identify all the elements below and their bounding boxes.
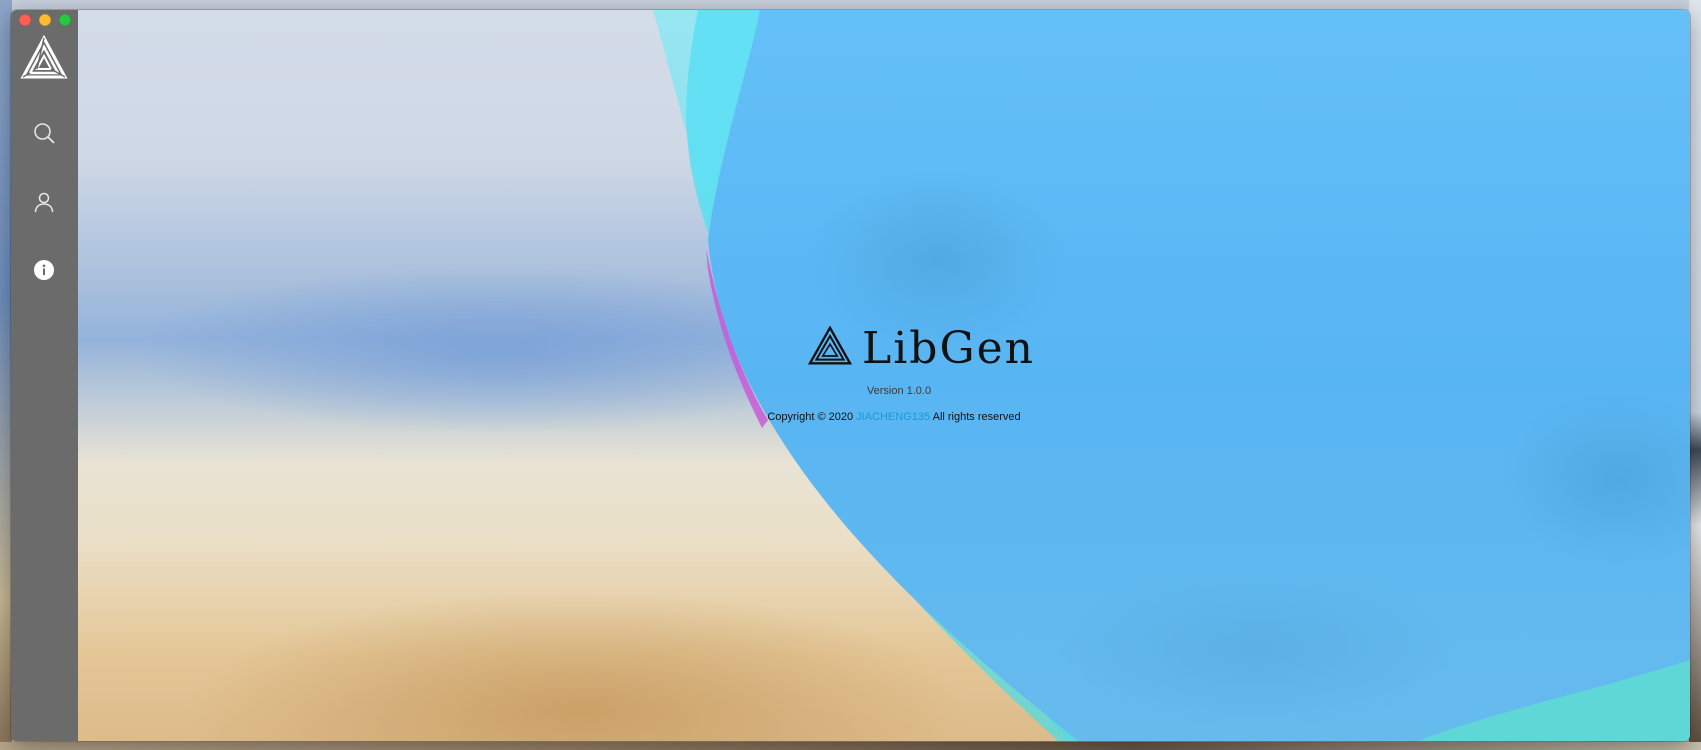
window-controls (19, 14, 71, 26)
user-icon[interactable] (30, 188, 58, 216)
version-label: Version 1.0.0 (866, 385, 932, 397)
impossible-triangle-logo-icon[interactable] (20, 34, 68, 81)
search-icon[interactable] (30, 119, 58, 147)
about-content-area: LibGen Version 1.0.0 Copyright © 2020 JI… (78, 10, 1690, 741)
impossible-triangle-logo-icon (807, 325, 853, 371)
author-link[interactable]: JIACHENG135 (856, 411, 930, 423)
info-icon[interactable] (30, 256, 58, 284)
desktop-background-right (1689, 0, 1701, 750)
app-name: LibGen (862, 322, 1035, 374)
close-window-button[interactable] (19, 14, 31, 26)
copyright-prefix: Copyright © 2020 (767, 411, 854, 423)
app-window: LibGen Version 1.0.0 Copyright © 2020 JI… (11, 10, 1690, 741)
copyright-line: Copyright © 2020 JIACHENG135 All rights … (764, 411, 1024, 423)
brand-lockup: LibGen (807, 322, 1035, 374)
copyright-suffix: All rights reserved (932, 411, 1021, 423)
desktop-background-bottom (0, 742, 1701, 750)
zoom-window-button[interactable] (59, 14, 71, 26)
sidebar (11, 10, 78, 741)
about-panel: LibGen Version 1.0.0 Copyright © 2020 JI… (78, 10, 1690, 741)
minimize-window-button[interactable] (39, 14, 51, 26)
